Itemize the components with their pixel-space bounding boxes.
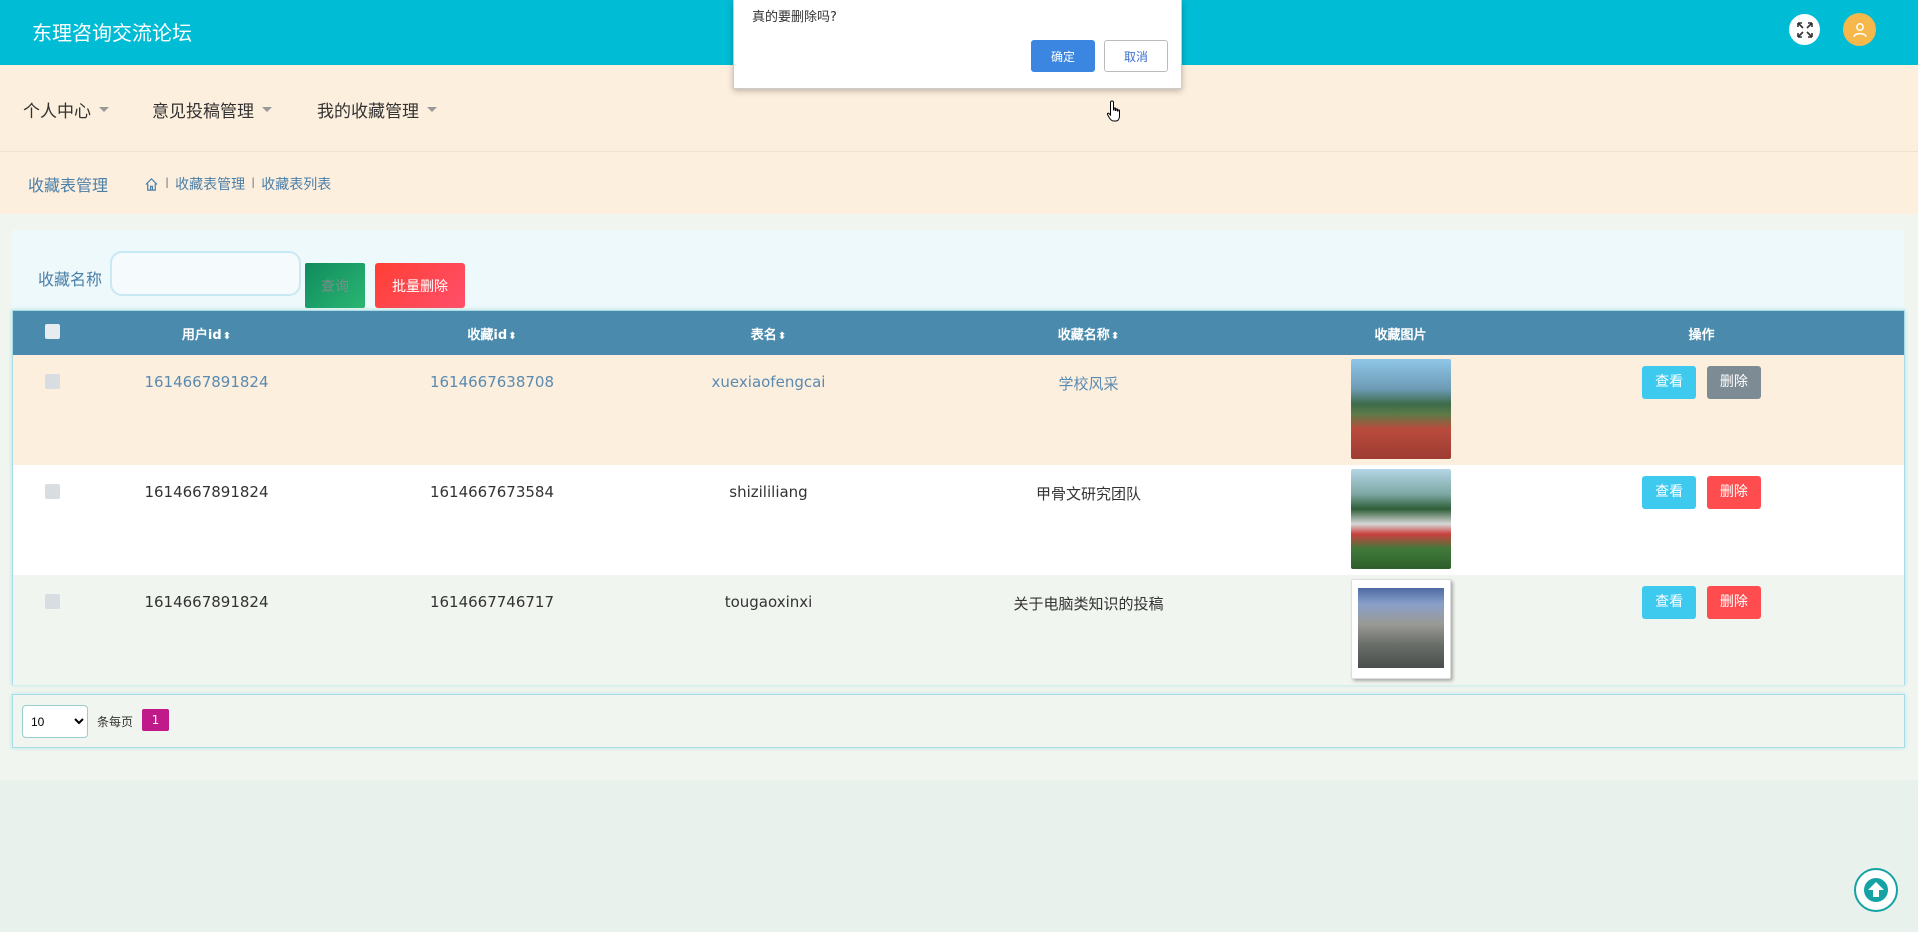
user-avatar-button[interactable]	[1843, 13, 1876, 46]
breadcrumb-bar: 收藏表管理 I 收藏表管理 I 收藏表列表	[0, 152, 1918, 214]
column-label: 收藏id	[467, 327, 508, 343]
chevron-down-icon	[262, 107, 272, 112]
column-header: 操作	[1499, 311, 1904, 355]
page-title: 收藏表管理	[28, 176, 109, 195]
column-label: 表名	[750, 327, 777, 343]
column-label: 操作	[1688, 327, 1715, 343]
fav-image-cell	[1302, 355, 1499, 465]
table-name-cell: xuexiaofengcai	[711, 373, 826, 391]
fav-id-cell: 1614667673584	[429, 483, 555, 501]
column-label: 收藏名称	[1057, 327, 1110, 343]
nav-favorites-management[interactable]: 我的收藏管理	[317, 97, 437, 122]
chevron-down-icon	[427, 107, 437, 112]
fav-name-cell: 学校风采	[1058, 375, 1119, 393]
fav-id-cell: 1614667746717	[429, 593, 555, 611]
user-id-cell: 1614667891824	[144, 483, 269, 501]
row-checkbox[interactable]	[44, 374, 60, 389]
select-all-cell	[13, 311, 91, 355]
user-id-cell: 1614667891824	[144, 593, 269, 611]
row-select-cell	[13, 355, 91, 465]
back-to-top-button[interactable]	[1854, 868, 1898, 912]
breadcrumb: I 收藏表管理 I 收藏表列表	[144, 174, 331, 194]
delete-button[interactable]: 删除	[1706, 586, 1761, 619]
column-header[interactable]: 收藏id⬍	[322, 311, 662, 355]
sort-icon: ⬍	[222, 330, 232, 342]
sort-icon: ⬍	[508, 330, 517, 342]
row-select-cell	[13, 465, 91, 575]
table-row: 1614667891824 1614667673584 shizililiang…	[13, 465, 1904, 575]
favorites-table: 用户id⬍ 收藏id⬍ 表名⬍ 收藏名称⬍ 收藏图片 操作 1614667891…	[12, 310, 1905, 685]
table-name-cell: tougaoxinxi	[724, 593, 813, 611]
view-button[interactable]: 查看	[1642, 476, 1697, 509]
select-all-checkbox[interactable]	[44, 324, 60, 339]
batch-delete-button[interactable]: 批量删除	[375, 263, 465, 308]
arrow-up-icon	[1864, 878, 1888, 902]
table-name-cell: shizililiang	[729, 483, 808, 501]
breadcrumb-separator: I	[165, 176, 170, 192]
nav-label: 个人中心	[23, 102, 91, 122]
page-number-current[interactable]: 1	[142, 709, 169, 731]
site-title[interactable]: 东理咨询交流论坛	[32, 17, 192, 46]
column-label: 用户id	[181, 327, 222, 343]
search-label: 收藏名称	[38, 270, 103, 289]
per-page-label: 条每页	[97, 715, 134, 729]
campus-sports-photo[interactable]	[1350, 359, 1451, 459]
row-checkbox[interactable]	[44, 484, 60, 499]
search-bar: 收藏名称 查询 批量删除	[12, 230, 1904, 308]
page-size-select[interactable]: 10	[22, 705, 88, 738]
view-button[interactable]: 查看	[1642, 366, 1697, 399]
breadcrumb-separator: I	[251, 176, 256, 192]
actions-cell: 查看 删除	[1499, 465, 1904, 575]
column-header: 收藏图片	[1302, 311, 1499, 355]
university-gate-photo[interactable]	[1350, 579, 1451, 679]
fullscreen-icon	[1796, 21, 1813, 38]
fav-id-cell: 1614667638708	[429, 373, 555, 391]
table-header-row: 用户id⬍ 收藏id⬍ 表名⬍ 收藏名称⬍ 收藏图片 操作	[13, 311, 1904, 355]
column-header[interactable]: 收藏名称⬍	[875, 311, 1302, 355]
row-checkbox[interactable]	[44, 594, 60, 609]
fav-name-cell: 关于电脑类知识的投稿	[1013, 595, 1164, 613]
nav-label: 我的收藏管理	[317, 102, 419, 122]
hand-cursor-icon	[1106, 100, 1120, 122]
chevron-down-icon	[99, 107, 109, 112]
team-group-photo[interactable]	[1350, 469, 1451, 569]
view-button[interactable]: 查看	[1642, 586, 1697, 619]
actions-cell: 查看 删除	[1499, 575, 1904, 685]
row-select-cell	[13, 575, 91, 685]
user-id-cell: 1614667891824	[144, 373, 269, 391]
search-button[interactable]: 查询	[305, 263, 365, 308]
photo-content	[1357, 588, 1444, 668]
delete-button[interactable]: 删除	[1706, 366, 1761, 399]
nav-personal-center[interactable]: 个人中心	[23, 97, 109, 122]
nav-submission-management[interactable]: 意见投稿管理	[152, 97, 272, 122]
content-area: 收藏名称 查询 批量删除 用户id⬍ 收藏id⬍ 表名⬍ 收藏名称⬍ 收藏图片 …	[0, 214, 1918, 780]
actions-cell: 查看 删除	[1499, 355, 1904, 465]
fav-image-cell	[1302, 465, 1499, 575]
confirm-ok-button[interactable]: 确定	[1031, 40, 1095, 72]
pagination: 10 条每页 1	[12, 694, 1905, 748]
table-row: 1614667891824 1614667746717 tougaoxinxi …	[13, 575, 1904, 685]
home-icon[interactable]	[144, 177, 159, 192]
column-header[interactable]: 表名⬍	[662, 311, 875, 355]
nav-label: 意见投稿管理	[152, 102, 254, 122]
dialog-message: 真的要删除吗?	[752, 10, 837, 25]
sort-icon: ⬍	[1110, 330, 1120, 342]
column-label: 收藏图片	[1374, 327, 1427, 343]
fav-image-cell	[1302, 575, 1499, 685]
confirm-delete-dialog: 真的要删除吗? 确定 取消	[733, 0, 1182, 89]
fullscreen-button[interactable]	[1789, 14, 1820, 45]
fav-name-cell: 甲骨文研究团队	[1035, 485, 1141, 503]
sort-icon: ⬍	[777, 330, 787, 342]
user-icon	[1852, 22, 1867, 37]
table-row: 1614667891824 1614667638708 xuexiaofengc…	[13, 355, 1904, 465]
search-input[interactable]	[110, 251, 301, 296]
breadcrumb-item[interactable]: 收藏表管理	[175, 174, 245, 194]
column-header[interactable]: 用户id⬍	[91, 311, 322, 355]
delete-button[interactable]: 删除	[1706, 476, 1761, 509]
confirm-cancel-button[interactable]: 取消	[1104, 40, 1168, 72]
breadcrumb-item-current: 收藏表列表	[261, 177, 332, 193]
